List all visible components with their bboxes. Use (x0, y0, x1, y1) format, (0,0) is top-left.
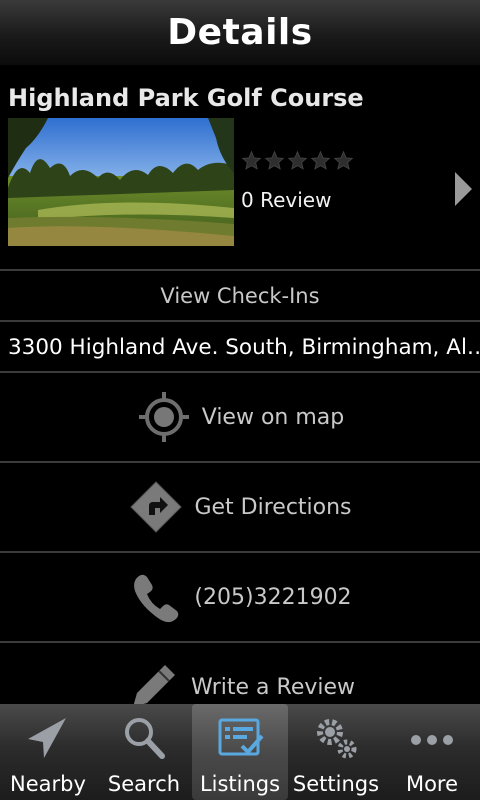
tab-more[interactable]: More (384, 704, 480, 800)
star-icon (333, 150, 354, 170)
address-row[interactable]: 3300 Highland Ave. South, Birmingham, Al… (0, 322, 480, 372)
tab-search[interactable]: Search (96, 704, 192, 800)
call-phone-button[interactable]: (205)3221902 (0, 553, 480, 641)
review-count[interactable]: 0 Review (241, 188, 331, 212)
place-name: Highland Park Golf Course (8, 84, 364, 112)
star-icon (241, 150, 262, 170)
gears-icon (317, 719, 357, 759)
place-photo[interactable] (8, 118, 234, 246)
rating-stars (241, 150, 354, 176)
view-checkins-button[interactable]: View Check-Ins (0, 272, 480, 320)
divider (0, 269, 480, 271)
tab-label: Settings (292, 772, 380, 796)
page-title: Details (167, 12, 313, 53)
chevron-right-icon[interactable] (452, 170, 474, 208)
get-directions-button[interactable]: Get Directions (0, 463, 480, 551)
magnifier-icon (125, 718, 165, 759)
view-on-map-button[interactable]: View on map (0, 373, 480, 461)
star-icon (264, 150, 285, 170)
view-checkins-label: View Check-Ins (160, 284, 320, 308)
star-icon (287, 150, 308, 170)
star-icon (310, 150, 331, 170)
tab-nearby[interactable]: Nearby (0, 704, 96, 800)
map-target-icon (138, 392, 189, 442)
get-directions-label: Get Directions (194, 494, 352, 520)
phone-icon (134, 574, 179, 623)
write-review-label: Write a Review (190, 674, 356, 700)
tab-label: Search (107, 772, 181, 796)
tab-label: Nearby (10, 772, 86, 796)
view-on-map-label: View on map (201, 404, 345, 430)
checklist-icon (218, 718, 264, 756)
tab-listings[interactable]: Listings (192, 704, 288, 800)
bottom-tab-bar: Nearby Search Listings Settings More (0, 704, 480, 800)
title-bar: Details (0, 0, 480, 66)
navigation-arrow-icon (28, 718, 66, 758)
tab-settings[interactable]: Settings (288, 704, 384, 800)
address-text: 3300 Highland Ave. South, Birmingham, Al… (8, 334, 480, 360)
directions-sign-icon (130, 481, 183, 533)
app-screen: Details Highland Park Golf Course 0 Revi… (0, 0, 480, 800)
dots-icon (411, 735, 453, 745)
tab-label: Listings (199, 772, 281, 796)
phone-number: (205)3221902 (194, 584, 352, 610)
tab-label: More (405, 772, 459, 796)
